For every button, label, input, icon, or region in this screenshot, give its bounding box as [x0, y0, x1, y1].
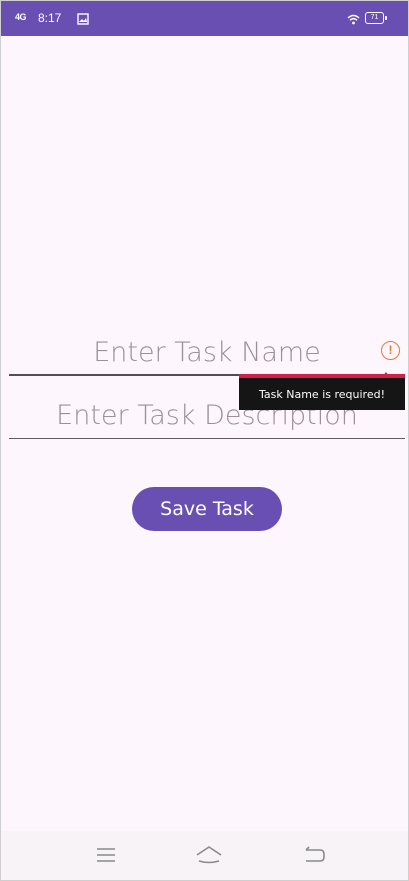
task-name-field [9, 332, 405, 378]
task-description-underline [9, 437, 405, 439]
save-task-button[interactable]: Save Task [132, 487, 282, 531]
error-tooltip: Task Name is required! [239, 372, 405, 410]
signal-icon: 4G [15, 12, 27, 22]
home-icon[interactable] [194, 841, 224, 869]
app-screen: 4G 8:17 71 ! Task Name is required! Save [0, 0, 409, 881]
navigation-bar [1, 831, 408, 880]
wifi-icon [347, 12, 360, 30]
back-icon[interactable] [300, 841, 330, 869]
menu-icon[interactable] [91, 841, 121, 869]
task-name-input[interactable] [9, 332, 405, 372]
status-bar: 4G 8:17 71 [1, 1, 408, 36]
error-exclamation-icon[interactable]: ! [381, 341, 400, 360]
task-name-underline [9, 374, 405, 378]
photo-app-icon [77, 12, 89, 30]
battery-icon: 71 [365, 12, 387, 24]
status-time: 8:17 [38, 11, 62, 25]
